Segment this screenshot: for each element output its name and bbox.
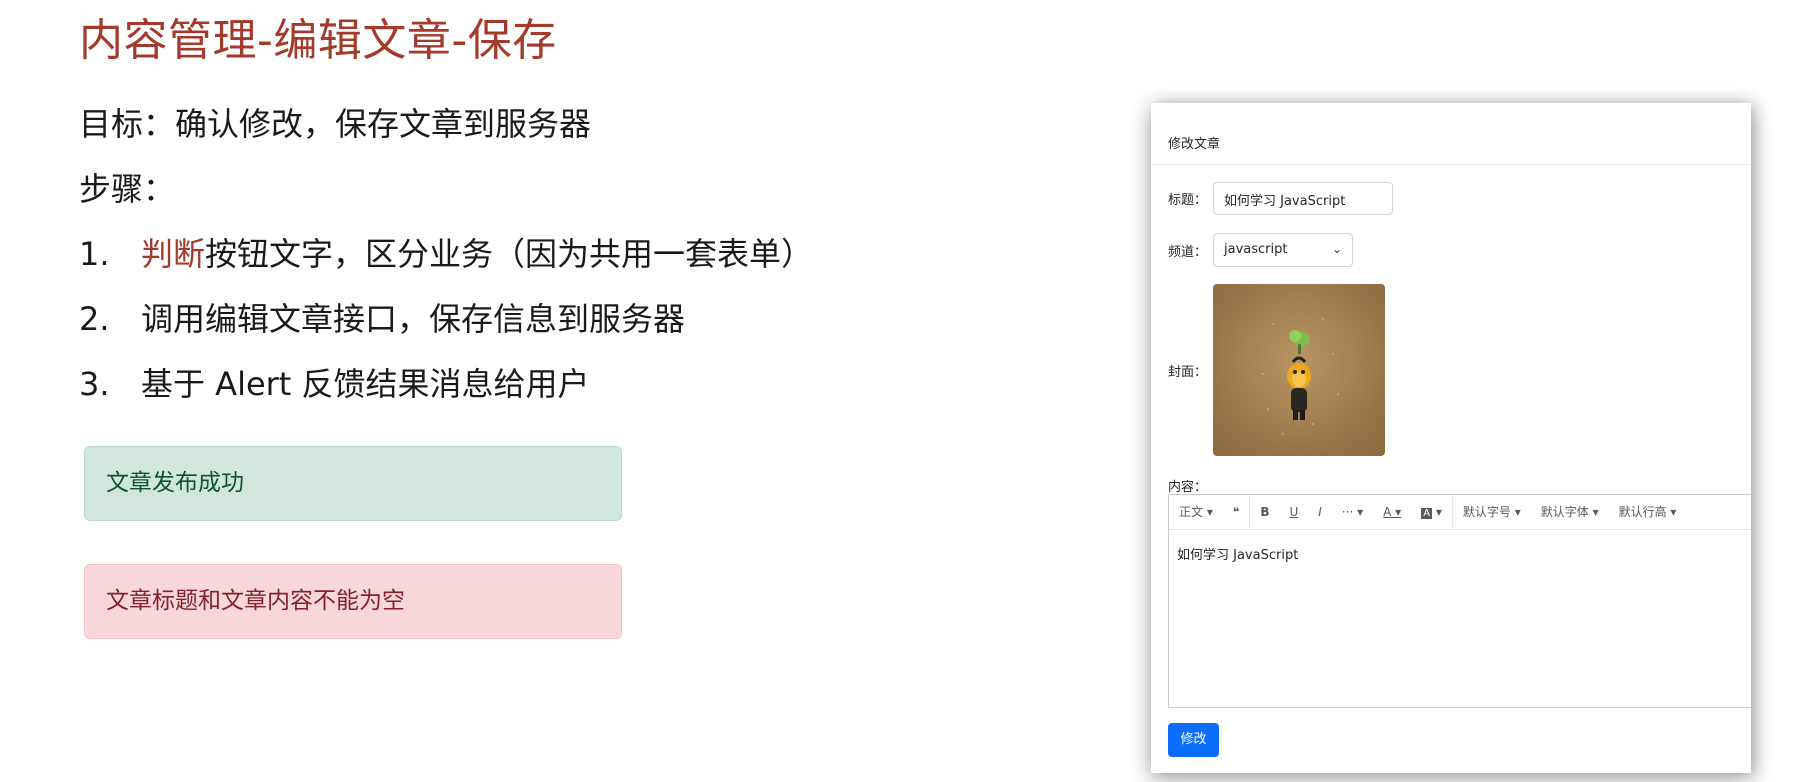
background-color-icon[interactable]: A ▾ [1411, 495, 1452, 530]
chevron-down-icon: ⌄ [1331, 242, 1342, 256]
cover-image[interactable] [1213, 284, 1385, 456]
editor-content[interactable]: 如何学习 JavaScript [1169, 530, 1751, 577]
submit-button[interactable]: 修改 [1168, 723, 1219, 757]
step-text: 调用编辑文章接口，保存信息到服务器 [141, 300, 686, 338]
step-number: 1. [79, 235, 110, 273]
step-number: 2. [79, 300, 110, 338]
channel-select-value: javascript [1224, 242, 1288, 257]
form-header: 修改文章 [1151, 103, 1751, 165]
quote-icon[interactable]: ❝ [1223, 495, 1249, 530]
slide-title: 内容管理-编辑文章-保存 [79, 15, 557, 66]
title-input[interactable]: 如何学习 JavaScript [1213, 182, 1393, 215]
step-number: 3. [79, 365, 110, 403]
channel-select[interactable]: javascript ⌄ [1213, 233, 1353, 267]
more-icon[interactable]: ··· ▾ [1332, 495, 1373, 530]
success-alert: 文章发布成功 [84, 446, 622, 521]
step-text: 基于 Alert 反馈结果消息给用户 [141, 365, 590, 403]
title-label: 标题： [1168, 193, 1208, 208]
goal-text: 目标：确认修改，保存文章到服务器 [79, 105, 592, 143]
paragraph-style-dropdown[interactable]: 正文 ▾ [1169, 495, 1223, 530]
steps-label: 步骤： [79, 170, 176, 208]
step-2: 2. 调用编辑文章接口，保存信息到服务器 [79, 294, 685, 340]
rich-text-editor[interactable]: 正文 ▾ ❝ B U I ··· ▾ A ▾ A ▾ 默认字号 ▾ 默认字体 ▾… [1168, 494, 1751, 708]
font-color-icon[interactable]: A ▾ [1373, 495, 1411, 530]
font-size-dropdown[interactable]: 默认字号 ▾ [1453, 495, 1531, 530]
bold-icon[interactable]: B [1250, 495, 1279, 530]
editor-toolbar: 正文 ▾ ❝ B U I ··· ▾ A ▾ A ▾ 默认字号 ▾ 默认字体 ▾… [1169, 494, 1751, 530]
content-label: 内容： [1168, 480, 1208, 495]
step-text: 按钮文字，区分业务（因为共用一套表单） [205, 235, 814, 273]
form-header-title: 修改文章 [1168, 137, 1221, 152]
step-1: 1. 判断按钮文字，区分业务（因为共用一套表单） [79, 229, 813, 275]
edit-article-form: 修改文章 标题： 如何学习 JavaScript 频道： javascript … [1151, 103, 1751, 773]
cover-label: 封面： [1168, 365, 1208, 380]
underline-icon[interactable]: U [1279, 495, 1308, 530]
step-highlight: 判断 [141, 235, 206, 273]
font-family-dropdown[interactable]: 默认字体 ▾ [1531, 495, 1609, 530]
line-height-dropdown[interactable]: 默认行高 ▾ [1609, 495, 1687, 530]
channel-label: 频道： [1168, 245, 1208, 260]
step-3: 3. 基于 Alert 反馈结果消息给用户 [79, 359, 590, 405]
italic-icon[interactable]: I [1308, 495, 1332, 530]
danger-alert: 文章标题和文章内容不能为空 [84, 564, 622, 639]
